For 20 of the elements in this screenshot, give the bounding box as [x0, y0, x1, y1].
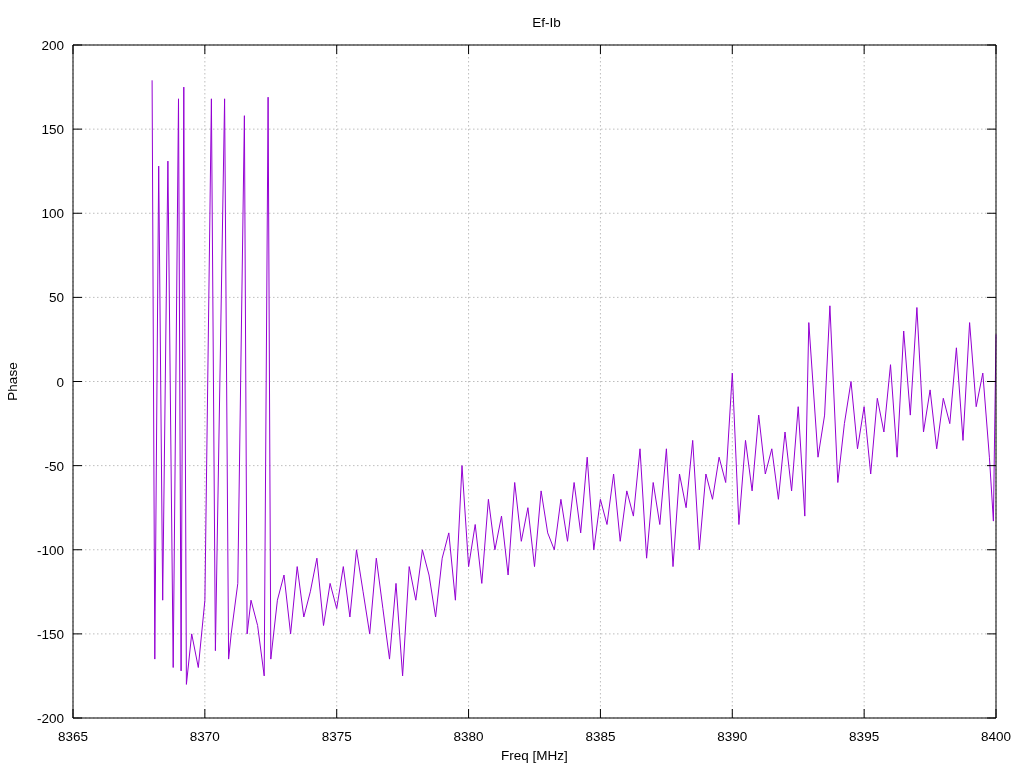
tick-label: -150	[36, 626, 64, 642]
tick-label: 50	[48, 290, 64, 306]
tick-label: 200	[41, 38, 64, 53]
chart-title: Ef-Ib	[532, 15, 561, 30]
tick-label: 8390	[717, 729, 748, 744]
tick-label: 8395	[849, 729, 880, 744]
tick-label: 8370	[189, 729, 220, 744]
axis-label: Freq [MHz]	[501, 748, 568, 763]
tick-label: 8400	[981, 729, 1011, 744]
tick-label: -100	[36, 542, 64, 558]
tick-label: 8375	[321, 729, 352, 744]
tick-label: 8380	[453, 729, 484, 744]
tick-label: -200	[36, 711, 64, 726]
tick-label: 8365	[58, 729, 88, 744]
tick-label: 0	[56, 374, 64, 390]
tick-label: -50	[44, 458, 64, 474]
tick-label: 100	[41, 206, 64, 222]
tick-label: 150	[41, 122, 64, 138]
axis-label: Phase	[5, 362, 20, 401]
tick-label: 8385	[585, 729, 616, 744]
